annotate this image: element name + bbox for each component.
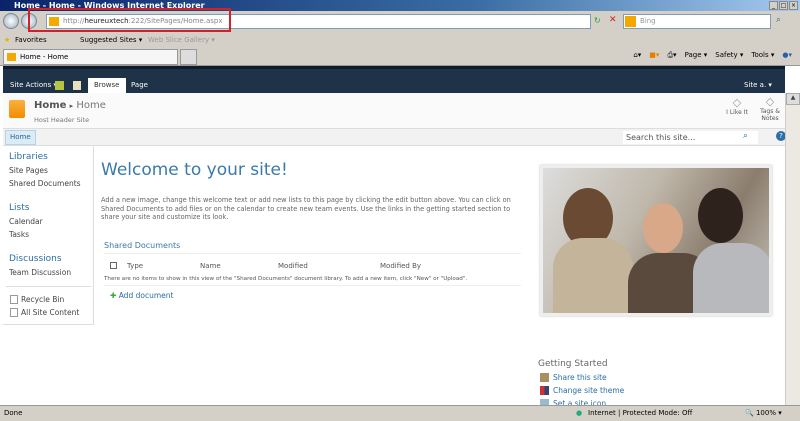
web-slice-gallery-link[interactable]: Web Slice Gallery ▾ <box>148 32 215 48</box>
tab-browse[interactable]: Browse <box>88 78 126 93</box>
security-zone: Internet | Protected Mode: Off <box>588 409 693 417</box>
share-site-link[interactable]: Share this site <box>540 373 607 382</box>
nav-libraries[interactable]: Libraries <box>9 152 48 162</box>
stop-icon[interactable]: ✕ <box>609 15 617 25</box>
search-placeholder: Bing <box>640 17 656 25</box>
like-label: I Like It <box>726 109 748 116</box>
home-icon[interactable]: ⌂▾ <box>633 51 641 60</box>
share-site-label: Share this site <box>553 373 607 382</box>
search-input[interactable]: Bing <box>623 14 771 29</box>
i-like-it-button[interactable]: ◇ I Like It <box>722 96 752 116</box>
breadcrumb: Home ▸ Home <box>34 100 106 111</box>
nav-tasks[interactable]: Tasks <box>9 230 29 239</box>
plus-icon: ✚ <box>110 291 117 300</box>
minimize-button[interactable]: _ <box>769 1 778 10</box>
tools-menu[interactable]: Tools ▾ <box>751 51 774 60</box>
column-modified[interactable]: Modified <box>278 262 308 270</box>
edit-page-icon[interactable] <box>73 81 81 90</box>
tags-notes-button[interactable]: ◇ Tags & Notes <box>756 95 784 123</box>
zoom-control[interactable]: 🔍 100% ▾ <box>745 406 782 421</box>
navigate-up-icon[interactable] <box>55 81 64 90</box>
column-name[interactable]: Name <box>200 262 221 270</box>
tags-icon: ◇ <box>765 95 775 108</box>
welcome-image <box>540 165 772 316</box>
suggested-sites-link[interactable]: Suggested Sites ▾ <box>80 32 142 48</box>
vertical-scrollbar[interactable]: ▲ <box>785 93 800 405</box>
change-theme-label: Change site theme <box>553 386 625 395</box>
change-theme-link[interactable]: Change site theme <box>540 386 624 395</box>
status-bar: Done ● Internet | Protected Mode: Off 🔍 … <box>0 405 800 421</box>
bing-icon <box>625 16 636 27</box>
nav-all-site-content[interactable]: All Site Content <box>21 308 79 317</box>
new-tab-button[interactable] <box>180 49 197 65</box>
nav-recycle-bin[interactable]: Recycle Bin <box>21 295 64 304</box>
favorites-bar: ★ Favorites Suggested Sites ▾ Web Slice … <box>0 32 800 48</box>
safety-menu[interactable]: Safety ▾ <box>715 51 743 60</box>
nav-lists[interactable]: Lists <box>9 203 29 213</box>
user-menu[interactable]: Site a. ▾ <box>738 78 778 93</box>
theme-icon <box>540 386 549 395</box>
site-description: Host Header Site <box>34 116 90 124</box>
quick-launch: Libraries Site Pages Shared Documents Li… <box>3 146 94 325</box>
close-button[interactable]: × <box>789 1 798 10</box>
refresh-icon[interactable]: ↻ <box>594 16 601 25</box>
page-menu[interactable]: Page ▾ <box>685 51 708 60</box>
window-controls: _ □ × <box>769 1 798 10</box>
feeds-icon[interactable]: ■▾ <box>649 51 659 60</box>
site-search-input[interactable]: Search this site... <box>623 131 758 144</box>
welcome-text: Add a new image, change this welcome tex… <box>101 196 511 221</box>
highlight-box <box>28 8 231 32</box>
add-document-label: Add document <box>118 291 174 300</box>
page-header <box>3 93 785 128</box>
tab-icon <box>7 53 16 61</box>
select-all-checkbox[interactable] <box>110 262 117 269</box>
add-document-link[interactable]: ✚ Add document <box>110 291 173 300</box>
breadcrumb-home[interactable]: Home <box>34 100 66 111</box>
star-icon: ★ <box>4 36 11 44</box>
empty-list-message: There are no items to show in this view … <box>104 276 468 282</box>
share-icon <box>540 373 549 382</box>
site-logo <box>9 100 25 118</box>
print-icon[interactable]: ⎙▾ <box>667 51 676 60</box>
like-icon: ◇ <box>732 96 742 109</box>
nav-discussions[interactable]: Discussions <box>9 254 62 264</box>
welcome-heading: Welcome to your site! <box>101 160 288 180</box>
back-button[interactable] <box>3 13 19 29</box>
browser-tab[interactable]: Home - Home <box>3 49 178 65</box>
nav-team-discussion[interactable]: Team Discussion <box>9 268 71 277</box>
all-content-icon <box>10 308 18 317</box>
column-modified-by[interactable]: Modified By <box>380 262 421 270</box>
topnav-home[interactable]: Home <box>5 130 36 145</box>
breadcrumb-separator: ▸ <box>69 102 74 110</box>
tags-label: Tags & <box>760 108 780 115</box>
page-title: Home <box>76 100 106 111</box>
command-bar: ⌂▾ ■▾ ⎙▾ Page ▾ Safety ▾ Tools ▾ ●▾ <box>633 51 792 60</box>
site-search-icon[interactable]: ⌕ <box>743 131 748 141</box>
nav-shared-documents[interactable]: Shared Documents <box>9 179 81 188</box>
zoom-level: 100% <box>755 409 776 417</box>
column-type[interactable]: Type <box>127 262 143 270</box>
scroll-up-button[interactable]: ▲ <box>786 93 800 105</box>
tab-page[interactable]: Page <box>125 78 154 93</box>
search-icon[interactable]: ⌕ <box>776 15 781 25</box>
nav-calendar[interactable]: Calendar <box>9 217 43 226</box>
status-text: Done <box>4 409 23 417</box>
tab-title: Home - Home <box>20 53 69 61</box>
maximize-button[interactable]: □ <box>779 1 788 10</box>
globe-icon: ● <box>576 409 583 417</box>
shared-documents-title[interactable]: Shared Documents <box>104 241 180 250</box>
favorites-button[interactable]: Favorites <box>15 32 47 48</box>
getting-started-title: Getting Started <box>538 359 608 369</box>
help-icon[interactable]: ●▾ <box>782 51 792 60</box>
nav-site-pages[interactable]: Site Pages <box>9 166 48 175</box>
notes-label: Notes <box>761 115 779 122</box>
recycle-bin-icon <box>10 295 18 304</box>
